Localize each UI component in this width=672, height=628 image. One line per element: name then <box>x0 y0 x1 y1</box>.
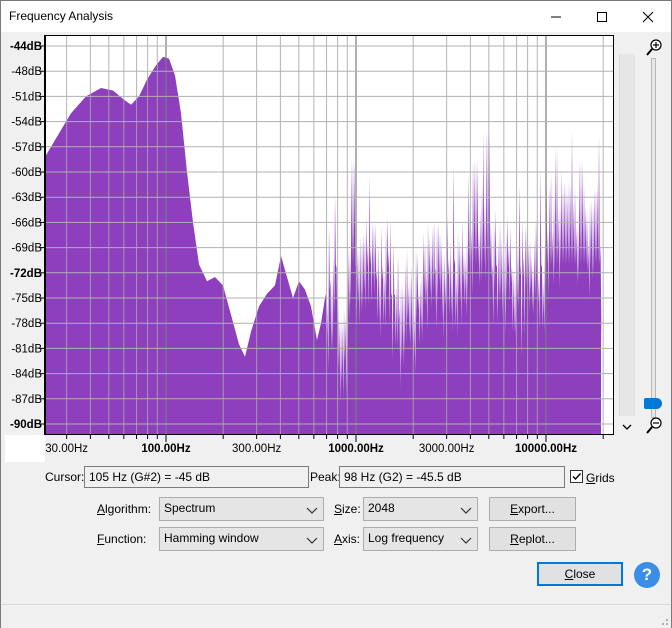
zoom-in-icon <box>646 39 662 56</box>
cursor-label: Cursor: <box>45 470 85 484</box>
zoom-slider-thumb[interactable] <box>644 398 662 409</box>
close-icon <box>642 11 654 22</box>
close-button[interactable]: Close <box>537 562 623 586</box>
chevron-down-icon <box>622 424 632 430</box>
x-tick-label: 3000.00Hz <box>419 443 475 455</box>
y-tick-label: -78dB <box>11 318 42 330</box>
chevron-down-icon <box>306 537 318 544</box>
chevron-down-icon <box>460 537 472 544</box>
zoom-out-icon <box>646 417 662 434</box>
y-tick-label: -54dB <box>11 117 42 129</box>
algorithm-label: Algorithm: <box>97 502 152 516</box>
zoom-in-button[interactable] <box>644 38 664 58</box>
spectrum-plot[interactable]: -44dB -48dB -51dB -54dB -57dB -60dB -63dB -66dB… <box>1 32 671 462</box>
grids-label-rest: rids <box>595 471 615 485</box>
resize-grip-icon[interactable] <box>657 614 669 626</box>
y-tick-label: -44dB <box>10 41 42 53</box>
y-tick-label: -51dB <box>11 91 42 103</box>
y-tick-label: -57dB <box>11 142 42 154</box>
axis-select[interactable]: Log frequency <box>363 527 478 551</box>
replot-button[interactable]: Replot... <box>489 527 576 551</box>
size-value: 2048 <box>368 501 395 515</box>
algorithm-value: Spectrum <box>164 501 216 515</box>
y-tick-label: -66dB <box>11 217 42 229</box>
cursor-readout: 105 Hz (G#2) = -45 dB <box>84 466 309 488</box>
chevron-down-icon <box>460 507 472 514</box>
minimize-icon <box>551 16 561 17</box>
grids-label[interactable]: Grids <box>586 471 615 485</box>
y-tick-label: -87dB <box>11 394 42 406</box>
y-tick-label: -48dB <box>11 66 42 78</box>
y-tick-label: -75dB <box>11 293 42 305</box>
y-tick-label: -72dB <box>10 268 42 280</box>
export-button[interactable]: Export... <box>489 497 576 521</box>
plot-vertical-scrollbar[interactable] <box>619 54 635 416</box>
y-tick-label: -69dB <box>11 243 42 255</box>
function-value: Hamming window <box>164 531 259 545</box>
help-icon: ? <box>641 565 653 584</box>
size-label: Size: <box>334 502 361 516</box>
maximize-button[interactable] <box>579 1 625 32</box>
y-tick-label: -63dB <box>11 192 42 204</box>
help-button[interactable]: ? <box>634 562 660 588</box>
x-tick-label: 30.00Hz <box>45 443 88 455</box>
minimize-button[interactable] <box>533 1 579 32</box>
chevron-down-icon <box>306 507 318 514</box>
peak-readout: 98 Hz (G2) = -45.5 dB <box>339 466 565 488</box>
x-tick-label: 1000.00Hz <box>328 443 384 455</box>
close-window-button[interactable] <box>625 1 671 32</box>
y-tick-label: -90dB <box>10 419 42 431</box>
x-tick-label: 10000.00Hz <box>515 443 577 455</box>
window-title: Frequency Analysis <box>9 9 114 23</box>
x-tick-label: 300.00Hz <box>232 443 281 455</box>
function-select[interactable]: Hamming window <box>159 527 324 551</box>
axis-value: Log frequency <box>368 531 445 545</box>
checkmark-icon <box>572 473 582 481</box>
zoom-out-button[interactable] <box>644 416 664 436</box>
frequency-analysis-window: Frequency Analysis -44dB-48dB-51dB-54 <box>0 0 672 628</box>
y-tick-label: -81dB <box>11 343 42 355</box>
zoom-slider[interactable] <box>643 58 663 418</box>
function-label: Function: <box>97 532 147 546</box>
status-bar <box>1 604 671 628</box>
title-bar: Frequency Analysis <box>1 1 671 32</box>
spectrum-plot-area: -44dB -48dB -51dB -54dB -57dB -60dB -63dB -66dB… <box>1 32 671 462</box>
x-tick-label: 100.00Hz <box>141 443 190 455</box>
size-select[interactable]: 2048 <box>363 497 478 521</box>
y-tick-label: -60dB <box>11 167 42 179</box>
maximize-icon <box>597 11 607 22</box>
axis-label: Axis: <box>334 532 361 546</box>
zoom-slider-track <box>651 58 656 418</box>
y-tick-label: -84dB <box>11 369 42 381</box>
peak-label: Peak: <box>310 470 341 484</box>
algorithm-select[interactable]: Spectrum <box>159 497 324 521</box>
grids-checkbox[interactable] <box>570 470 583 483</box>
scroll-down-button[interactable] <box>622 421 632 431</box>
